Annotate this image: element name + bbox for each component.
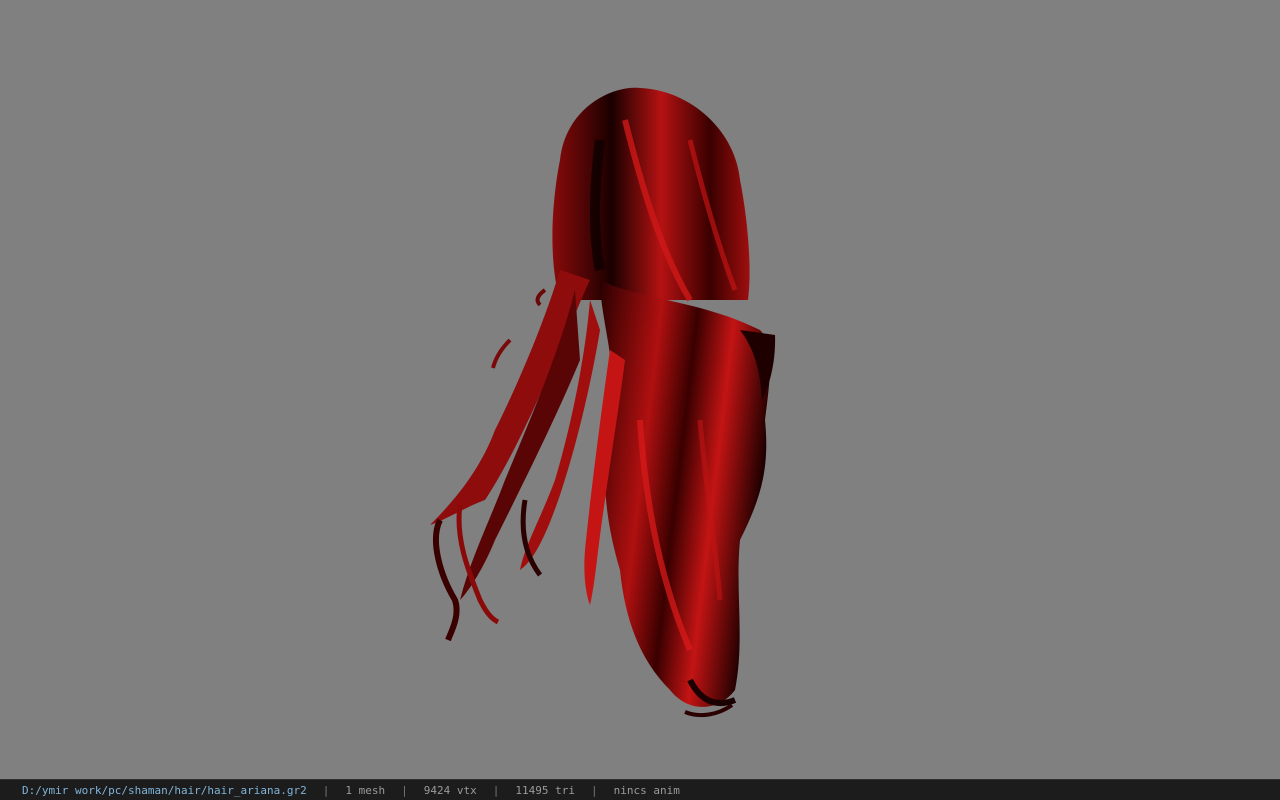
hair-crown	[552, 87, 750, 301]
3d-viewport[interactable]	[0, 0, 1280, 779]
triangle-count-label: 11495 tri	[515, 783, 575, 797]
status-separator: |	[492, 783, 500, 797]
animation-status-label: nincs anim	[613, 783, 680, 797]
file-path-label: D:/ymir work/pc/shaman/hair/hair_ariana.…	[22, 783, 307, 797]
hair-model-render	[430, 87, 776, 718]
status-separator: |	[401, 783, 408, 797]
status-separator: |	[322, 783, 330, 797]
hair-curl-2	[684, 703, 734, 718]
hair-strand-4	[535, 288, 547, 307]
hair-strand-5	[491, 338, 512, 369]
status-bar: D:/ymir work/pc/shaman/hair/hair_ariana.…	[0, 779, 1280, 800]
mesh-count-label: 1 mesh	[345, 783, 386, 797]
status-separator: |	[591, 783, 598, 797]
hair-left-lock-2	[460, 290, 580, 600]
hair-strand-1	[432, 518, 460, 642]
vertex-count-label: 9424 vtx	[423, 783, 477, 797]
